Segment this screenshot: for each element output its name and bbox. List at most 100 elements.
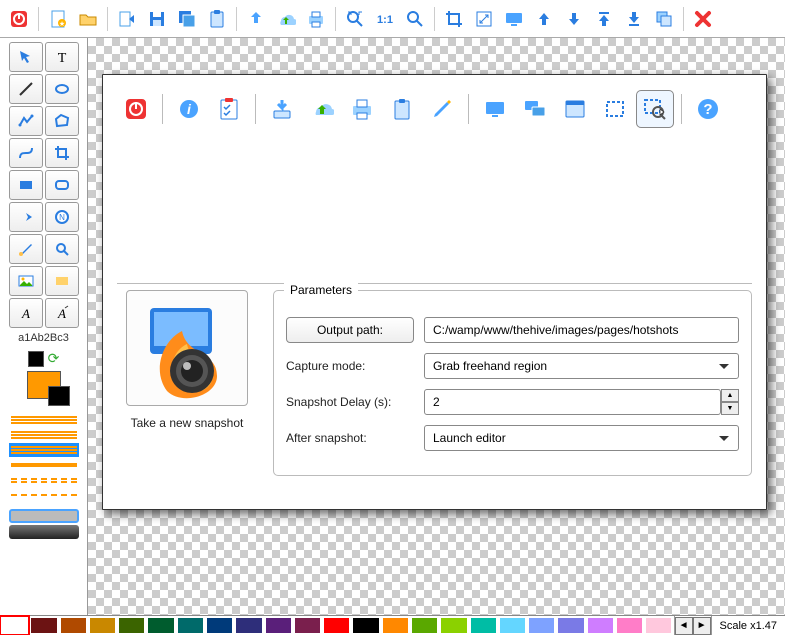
delay-field[interactable]	[424, 389, 721, 415]
rect-tool[interactable]	[9, 170, 43, 200]
palette-color[interactable]	[410, 616, 439, 635]
font-italic-tool[interactable]: A	[9, 298, 43, 328]
crop-tool[interactable]	[45, 138, 79, 168]
new-doc-button[interactable]: ★	[44, 5, 72, 33]
duplicate-button[interactable]	[650, 5, 678, 33]
line-preset[interactable]	[9, 413, 79, 427]
palette-color[interactable]	[293, 616, 322, 635]
colors-reset-icon[interactable]: ⟳	[48, 350, 60, 367]
palette-color[interactable]	[586, 616, 615, 635]
palette-color[interactable]	[205, 616, 234, 635]
palette-color[interactable]	[234, 616, 263, 635]
magnify-tool[interactable]	[45, 234, 79, 264]
brush-tool[interactable]	[9, 234, 43, 264]
palette-color[interactable]	[59, 616, 88, 635]
line-preset[interactable]	[9, 473, 79, 487]
delay-step-up[interactable]: ▲	[721, 389, 739, 402]
palette-color[interactable]	[556, 616, 585, 635]
dlg-power-button[interactable]	[117, 90, 155, 128]
palette-color[interactable]	[88, 616, 117, 635]
palette-color[interactable]	[29, 616, 58, 635]
move-up-button[interactable]	[530, 5, 558, 33]
save-button[interactable]	[143, 5, 171, 33]
zoom-1to1-button[interactable]: 1:1	[371, 5, 399, 33]
resize-button[interactable]	[470, 5, 498, 33]
palette-color[interactable]	[117, 616, 146, 635]
dlg-print-button[interactable]	[343, 90, 381, 128]
polygon-tool[interactable]	[45, 106, 79, 136]
zoom-button[interactable]	[401, 5, 429, 33]
palette-color[interactable]	[264, 616, 293, 635]
dlg-region-button[interactable]	[596, 90, 634, 128]
dlg-screen-button[interactable]	[476, 90, 514, 128]
style-preset[interactable]	[9, 525, 79, 539]
palette-color[interactable]	[0, 616, 29, 635]
image-tool[interactable]	[9, 266, 43, 296]
tool-panel: T N A A a1Ab2Bc3 ⟳	[0, 38, 88, 615]
scale-indicator: Scale x1.47	[711, 616, 785, 635]
palette-color[interactable]	[322, 616, 351, 635]
open-button[interactable]	[74, 5, 102, 33]
palette-color[interactable]	[615, 616, 644, 635]
rounded-rect-tool[interactable]	[45, 170, 79, 200]
move-top-button[interactable]	[590, 5, 618, 33]
dlg-cloud-upload-button[interactable]	[303, 90, 341, 128]
palette-color[interactable]	[439, 616, 468, 635]
move-down-button[interactable]	[560, 5, 588, 33]
clipboard-button[interactable]	[203, 5, 231, 33]
number-tag-tool[interactable]: N	[45, 202, 79, 232]
capture-mode-select[interactable]: Grab freehand region	[424, 353, 739, 379]
palette-color[interactable]	[381, 616, 410, 635]
export-button[interactable]	[113, 5, 141, 33]
line-preset[interactable]	[9, 458, 79, 472]
arrow-tool[interactable]	[9, 202, 43, 232]
palette-next-button[interactable]: ►	[693, 617, 711, 635]
line-preset[interactable]	[9, 443, 79, 457]
output-path-button[interactable]: Output path:	[286, 317, 414, 343]
dlg-window-button[interactable]	[556, 90, 594, 128]
delete-button[interactable]	[689, 5, 717, 33]
select-tool[interactable]	[9, 42, 43, 72]
ellipse-tool[interactable]	[45, 74, 79, 104]
curve-tool[interactable]	[9, 138, 43, 168]
output-path-field[interactable]	[424, 317, 739, 343]
palette-color[interactable]	[351, 616, 380, 635]
after-snapshot-select[interactable]: Launch editor	[424, 425, 739, 451]
palette-color[interactable]	[176, 616, 205, 635]
fill-color-swatch[interactable]	[27, 371, 61, 399]
screen-button[interactable]	[500, 5, 528, 33]
dlg-edit-button[interactable]	[423, 90, 461, 128]
cloud-upload-button[interactable]	[272, 5, 300, 33]
text-tool[interactable]: T	[45, 42, 79, 72]
font-italic2-tool[interactable]: A	[45, 298, 79, 328]
dlg-screens-button[interactable]	[516, 90, 554, 128]
palette-color[interactable]	[644, 616, 673, 635]
palette-color[interactable]	[469, 616, 498, 635]
delay-step-down[interactable]: ▼	[721, 402, 739, 415]
palette-color[interactable]	[146, 616, 175, 635]
dlg-clipboard-button[interactable]	[383, 90, 421, 128]
line-preset[interactable]	[9, 428, 79, 442]
palette-color[interactable]	[498, 616, 527, 635]
print-button[interactable]	[302, 5, 330, 33]
polyline-tool[interactable]	[9, 106, 43, 136]
dlg-freehand-region-button[interactable]	[636, 90, 674, 128]
dlg-download-button[interactable]	[263, 90, 301, 128]
power-button[interactable]	[5, 5, 33, 33]
canvas-area[interactable]: i ?	[88, 38, 785, 615]
crop-button[interactable]	[440, 5, 468, 33]
upload-button[interactable]	[242, 5, 270, 33]
zoom-fit-button[interactable]	[341, 5, 369, 33]
palette-prev-button[interactable]: ◄	[675, 617, 693, 635]
move-bottom-button[interactable]	[620, 5, 648, 33]
save-all-button[interactable]	[173, 5, 201, 33]
line-preset[interactable]	[9, 488, 79, 502]
style-preset[interactable]	[9, 509, 79, 523]
blur-tool[interactable]	[45, 266, 79, 296]
line-tool[interactable]	[9, 74, 43, 104]
palette-color[interactable]	[527, 616, 556, 635]
fg-color-swatch[interactable]	[28, 351, 44, 367]
dlg-help-button[interactable]: ?	[689, 90, 727, 128]
dlg-checklist-button[interactable]	[210, 90, 248, 128]
dlg-info-button[interactable]: i	[170, 90, 208, 128]
